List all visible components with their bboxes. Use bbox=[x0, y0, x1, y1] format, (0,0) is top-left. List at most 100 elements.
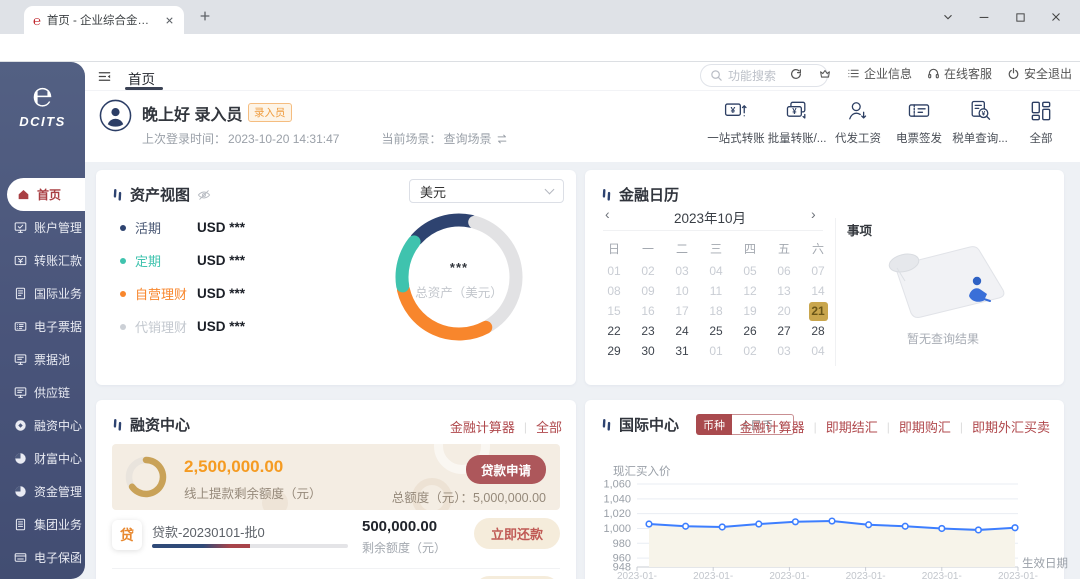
link-全部[interactable]: 全部 bbox=[536, 417, 562, 436]
quick-action-批量转账/...[interactable]: ¥批量转账/... bbox=[770, 98, 824, 146]
sidebar-item-票据池[interactable]: 票据池 bbox=[0, 343, 85, 376]
calendar-next-icon[interactable]: › bbox=[811, 206, 816, 222]
data-point bbox=[902, 523, 908, 529]
calendar-prev-icon[interactable]: ‹ bbox=[605, 206, 610, 222]
calendar-day[interactable]: 09 bbox=[631, 281, 665, 301]
tool-label: 企业信息 bbox=[864, 65, 912, 82]
tool-安全退出[interactable]: 安全退出 bbox=[1007, 65, 1072, 82]
window-close-icon[interactable] bbox=[1038, 0, 1074, 34]
calendar-day[interactable]: 25 bbox=[699, 321, 733, 341]
calendar-day[interactable]: 29 bbox=[597, 341, 631, 361]
donut-center-value: *** bbox=[384, 260, 534, 275]
menu-fold-icon[interactable] bbox=[97, 69, 112, 84]
calendar-day[interactable]: 03 bbox=[767, 341, 801, 361]
window-chevron-icon[interactable] bbox=[930, 0, 966, 34]
tab-close-icon[interactable] bbox=[164, 15, 175, 26]
browser-tab[interactable]: ℮ 首页 - 企业综合金融服务平台 bbox=[24, 6, 184, 34]
calendar-day[interactable]: 08 bbox=[597, 281, 631, 301]
calendar-day[interactable]: 19 bbox=[733, 301, 767, 321]
calendar-day[interactable]: 10 bbox=[665, 281, 699, 301]
window-maximize-icon[interactable] bbox=[1002, 0, 1038, 34]
window-minimize-icon[interactable] bbox=[966, 0, 1002, 34]
user-avatar[interactable] bbox=[99, 99, 132, 132]
x-tick-label: 2023-01- bbox=[769, 571, 809, 579]
calendar-day[interactable]: 02 bbox=[733, 341, 767, 361]
tool-企业信息[interactable]: 企业信息 bbox=[847, 65, 912, 82]
calendar-day[interactable]: 14 bbox=[801, 281, 835, 301]
link-金融计算器[interactable]: 金融计算器 bbox=[450, 417, 515, 436]
calendar-day[interactable]: 07 bbox=[801, 261, 835, 281]
calendar-day[interactable]: 03 bbox=[665, 261, 699, 281]
sidebar-item-首页[interactable]: 首页 bbox=[7, 178, 85, 211]
calendar-day[interactable]: 24 bbox=[665, 321, 699, 341]
donut-sub-label: 总资产（美元） bbox=[384, 282, 534, 301]
calendar-day[interactable]: 22 bbox=[597, 321, 631, 341]
greeting-message: 晚上好 录入员 bbox=[142, 101, 242, 125]
legend-item-自营理财: 自营理财USD *** bbox=[120, 284, 245, 303]
sidebar-item-供应链[interactable]: 供应链 bbox=[0, 376, 85, 409]
sidebar-item-label: 转账汇款 bbox=[34, 252, 82, 269]
quick-action-税单查询...[interactable]: ¥税单查询... bbox=[953, 98, 1007, 146]
separator: | bbox=[524, 420, 527, 434]
calendar-day[interactable]: 01 bbox=[699, 341, 733, 361]
calendar-day[interactable]: 11 bbox=[699, 281, 733, 301]
legend-item-定期: 定期USD *** bbox=[120, 251, 245, 270]
calendar-day[interactable]: 26 bbox=[733, 321, 767, 341]
sidebar-item-电子保函[interactable]: 电子保函 bbox=[0, 541, 85, 574]
sidebar-item-转账汇款[interactable]: 转账汇款 bbox=[0, 244, 85, 277]
calendar-day[interactable]: 04 bbox=[699, 261, 733, 281]
calendar-day[interactable]: 05 bbox=[733, 261, 767, 281]
calendar-day[interactable]: 06 bbox=[767, 261, 801, 281]
quick-action-全部[interactable]: 全部 bbox=[1014, 98, 1068, 146]
scene-switch-icon[interactable] bbox=[496, 133, 508, 145]
calendar-day[interactable]: 04 bbox=[801, 341, 835, 361]
new-tab-button[interactable] bbox=[198, 9, 212, 23]
sidebar-item-电子票据[interactable]: 电子票据 bbox=[0, 310, 85, 343]
sidebar-nav: 首页账户管理转账汇款国际业务电子票据票据池供应链融资中心财富中心资金管理集团业务… bbox=[0, 178, 85, 574]
link-即期购汇[interactable]: 即期购汇 bbox=[899, 417, 951, 436]
total-quota: 总额度（元）：5,000,000.00 bbox=[392, 487, 546, 506]
sidebar-item-账户管理[interactable]: 账户管理 bbox=[0, 211, 85, 244]
area-fill bbox=[649, 521, 1015, 567]
refresh-button[interactable] bbox=[789, 67, 803, 81]
calendar-day[interactable]: 02 bbox=[631, 261, 665, 281]
calendar-day[interactable]: 17 bbox=[665, 301, 699, 321]
quick-action-电票签发[interactable]: 电票签发 bbox=[892, 98, 946, 146]
repay-button[interactable]: 立即还款 bbox=[474, 518, 560, 549]
calendar-day[interactable]: 23 bbox=[631, 321, 665, 341]
link-即期结汇[interactable]: 即期结汇 bbox=[826, 417, 878, 436]
calendar-day[interactable]: 16 bbox=[631, 301, 665, 321]
quick-action-代发工资[interactable]: 代发工资 bbox=[831, 98, 885, 146]
calendar-day[interactable]: 15 bbox=[597, 301, 631, 321]
link-即期外汇买卖[interactable]: 即期外汇买卖 bbox=[972, 417, 1050, 436]
calendar-day[interactable]: 21 bbox=[801, 301, 835, 321]
sidebar-item-财富中心[interactable]: 财富中心 bbox=[0, 442, 85, 475]
tab-home[interactable]: 首页 bbox=[128, 68, 155, 88]
sidebar-item-资金管理[interactable]: 资金管理 bbox=[0, 475, 85, 508]
calendar-day[interactable]: 18 bbox=[699, 301, 733, 321]
calendar-day[interactable]: 27 bbox=[767, 321, 801, 341]
sidebar-item-国际业务[interactable]: 国际业务 bbox=[0, 277, 85, 310]
calendar-day[interactable]: 01 bbox=[597, 261, 631, 281]
sidebar-item-集团业务[interactable]: 集团业务 bbox=[0, 508, 85, 541]
currency-select[interactable]: 美元 bbox=[409, 179, 564, 203]
sidebar-item-融资中心[interactable]: 融资中心 bbox=[0, 409, 85, 442]
crown-button[interactable] bbox=[818, 67, 832, 81]
calendar-day[interactable]: 13 bbox=[767, 281, 801, 301]
sidebar-item-label: 集团业务 bbox=[34, 516, 82, 533]
quick-action-一站式转账[interactable]: ¥一站式转账 bbox=[709, 98, 763, 146]
link-金融计算器[interactable]: 金融计算器 bbox=[740, 417, 805, 436]
loan-apply-button[interactable]: 贷款申请 bbox=[466, 455, 546, 484]
headset-icon bbox=[927, 67, 940, 80]
calendar-day[interactable]: 12 bbox=[733, 281, 767, 301]
calendar-day[interactable]: 28 bbox=[801, 321, 835, 341]
tool-在线客服[interactable]: 在线客服 bbox=[927, 65, 992, 82]
calendar-day[interactable]: 30 bbox=[631, 341, 665, 361]
chevron-down-icon bbox=[545, 185, 555, 195]
calendar-day[interactable]: 31 bbox=[665, 341, 699, 361]
divider bbox=[603, 230, 823, 231]
eye-off-icon[interactable] bbox=[197, 189, 211, 201]
card-title-icon bbox=[112, 188, 123, 202]
calendar-day[interactable]: 20 bbox=[767, 301, 801, 321]
monitor-icon bbox=[13, 353, 27, 366]
